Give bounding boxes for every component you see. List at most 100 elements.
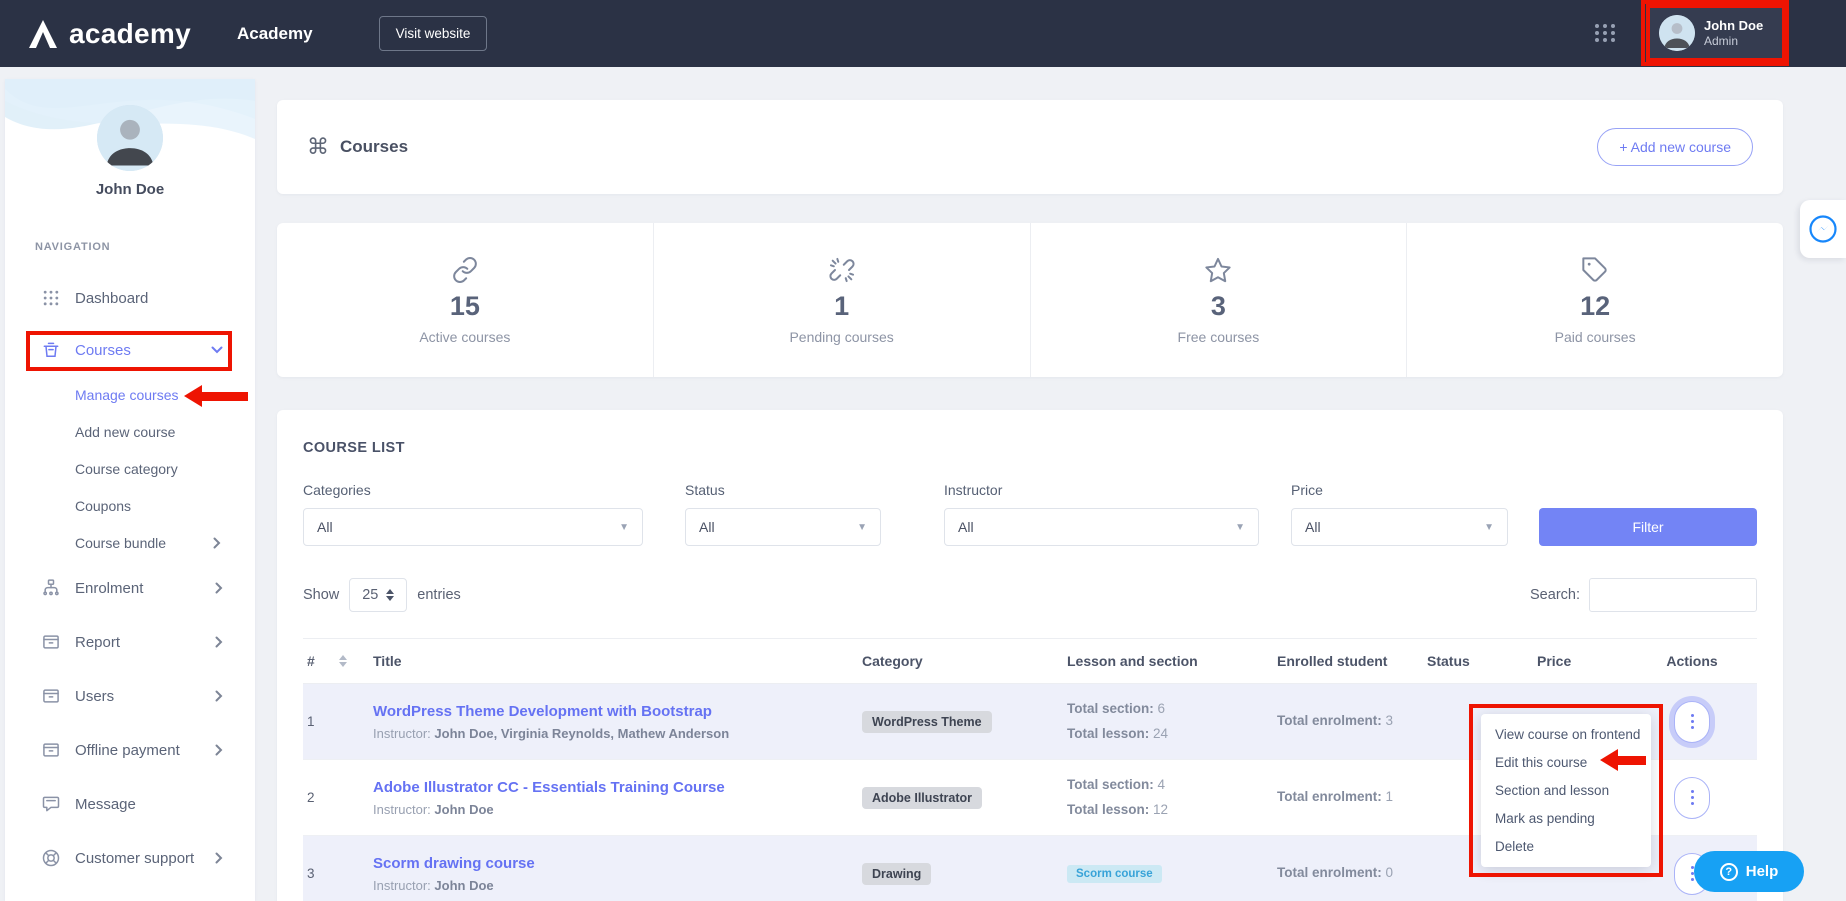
user-avatar — [1659, 15, 1695, 51]
messenger-chat-tab[interactable] — [1800, 200, 1846, 258]
instructor-names: John Doe, Virginia Reynolds, Mathew Ande… — [434, 726, 729, 741]
column-header-category: Category — [862, 653, 1067, 669]
sidebar-item-courses[interactable]: Courses — [5, 324, 255, 376]
sidebar-item-coupons[interactable]: Coupons — [5, 487, 255, 524]
page-size-value: 25 — [362, 587, 378, 603]
total-lesson-value: 24 — [1153, 726, 1168, 741]
chevron-right-icon — [213, 537, 221, 549]
total-lesson-label: Total lesson: — [1067, 726, 1149, 741]
sidebar-item-add-new-course[interactable]: Add new course — [5, 413, 255, 450]
sidebar-user-avatar — [97, 105, 163, 171]
enrolled-cell: Total enrolment: 3 — [1277, 709, 1427, 734]
instructor-names: John Doe — [434, 878, 493, 893]
filter-label: Instructor — [944, 482, 1259, 498]
course-title-link[interactable]: Adobe Illustrator CC - Essentials Traini… — [373, 779, 842, 796]
sidebar-item-label: Manage courses — [75, 387, 179, 403]
sidebar-item-label: Courses — [75, 342, 131, 359]
table-controls: Show 25 entries Search: — [303, 578, 1757, 612]
messenger-icon — [1808, 214, 1838, 244]
instructor-label: Instructor: — [373, 802, 431, 817]
categories-select[interactable]: All ▼ — [303, 508, 643, 546]
sidebar-item-users[interactable]: Users — [5, 669, 255, 723]
total-enrolment-label: Total enrolment: — [1277, 789, 1382, 804]
course-instructors: Instructor: John Doe — [373, 878, 842, 893]
lifebuoy-icon — [41, 848, 61, 868]
visit-website-button[interactable]: Visit website — [379, 16, 488, 51]
person-icon — [97, 105, 163, 171]
menu-item-edit-course[interactable]: Edit this course — [1481, 755, 1651, 770]
sidebar-item-customer-support[interactable]: Customer support — [5, 831, 255, 885]
menu-item-view-course[interactable]: View course on frontend — [1481, 727, 1651, 742]
lesson-section-cell: Total section: 4 Total lesson: 12 — [1067, 773, 1277, 823]
column-header-number: # — [303, 653, 339, 669]
course-title-link[interactable]: Scorm drawing course — [373, 855, 842, 872]
instructor-select[interactable]: All ▼ — [944, 508, 1259, 546]
row-actions-button[interactable] — [1674, 777, 1710, 819]
instructor-names: John Doe — [434, 802, 493, 817]
filter-button[interactable]: Filter — [1539, 508, 1757, 546]
page-size-select[interactable]: 25 — [349, 578, 407, 612]
sidebar-item-course-bundle[interactable]: Course bundle — [5, 524, 255, 561]
filter-label: Price — [1291, 482, 1508, 498]
sidebar-item-label: Enrolment — [75, 580, 143, 597]
selected-value: All — [1305, 519, 1321, 535]
search-input[interactable] — [1589, 578, 1757, 612]
user-menu[interactable]: John Doe Admin — [1646, 4, 1786, 62]
sidebar-item-dashboard[interactable]: Dashboard — [5, 272, 255, 324]
sidebar-item-course-category[interactable]: Course category — [5, 450, 255, 487]
lesson-section-cell: Total section: 6 Total lesson: 24 — [1067, 697, 1277, 747]
category-badge: Drawing — [862, 863, 931, 885]
tag-icon — [1581, 255, 1609, 285]
total-enrolment-value: 3 — [1386, 713, 1394, 728]
sidebar-item-message[interactable]: Message — [5, 777, 255, 831]
star-icon — [1204, 255, 1232, 285]
menu-item-delete[interactable]: Delete — [1481, 839, 1651, 854]
course-list-title: COURSE LIST — [303, 440, 1757, 456]
selected-value: All — [699, 519, 715, 535]
sidebar-menu: Dashboard Courses Manage courses Add new… — [5, 272, 255, 885]
page-title-text: Courses — [340, 137, 408, 157]
total-section-value: 4 — [1158, 777, 1166, 792]
filter-instructor: Instructor All ▼ — [944, 482, 1259, 546]
filter-price: Price All ▼ — [1291, 482, 1508, 546]
sidebar-item-label: Course category — [75, 461, 178, 477]
caret-down-icon: ▼ — [619, 522, 629, 533]
total-enrolment-label: Total enrolment: — [1277, 713, 1382, 728]
sidebar-item-manage-courses[interactable]: Manage courses — [5, 376, 255, 413]
course-title-link[interactable]: WordPress Theme Development with Bootstr… — [373, 703, 842, 720]
filter-categories: Categories All ▼ — [303, 482, 643, 546]
sidebar-item-enrolment[interactable]: Enrolment — [5, 561, 255, 615]
search-label: Search: — [1530, 587, 1580, 603]
scorm-course-badge: Scorm course — [1067, 865, 1162, 883]
search-area: Search: — [1530, 578, 1757, 612]
sidebar-item-label: Users — [75, 688, 114, 705]
sort-icon[interactable] — [339, 651, 349, 671]
row-number: 3 — [303, 866, 339, 881]
apps-grid-icon[interactable] — [1595, 24, 1616, 42]
academy-logo-icon — [26, 19, 60, 49]
price-select[interactable]: All ▼ — [1291, 508, 1508, 546]
status-select[interactable]: All ▼ — [685, 508, 881, 546]
sidebar-item-label: Course bundle — [75, 535, 166, 551]
filter-label: Status — [685, 482, 881, 498]
help-button[interactable]: ? Help — [1694, 851, 1804, 892]
table-header-row: # Title Category Lesson and section Enro… — [303, 638, 1757, 684]
add-new-course-button[interactable]: + Add new course — [1597, 128, 1753, 166]
menu-item-section-lesson[interactable]: Section and lesson — [1481, 783, 1651, 798]
dashboard-icon — [41, 288, 61, 308]
sidebar-item-label: Add new course — [75, 424, 175, 440]
sidebar-item-offline-payment[interactable]: Offline payment — [5, 723, 255, 777]
stat-label: Free courses — [1178, 329, 1260, 345]
row-actions-button[interactable] — [1674, 701, 1710, 743]
command-icon: ⌘ — [307, 134, 329, 160]
sidebar-item-report[interactable]: Report — [5, 615, 255, 669]
sidebar-item-label: Message — [75, 796, 136, 813]
menu-item-mark-pending[interactable]: Mark as pending — [1481, 811, 1651, 826]
page-title: ⌘ Courses — [307, 134, 408, 160]
sidebar-item-label: Dashboard — [75, 290, 148, 307]
stat-active-courses: 15 Active courses — [277, 223, 654, 377]
academy-logo[interactable]: academy — [26, 18, 191, 50]
message-chat-icon — [41, 794, 61, 814]
stepper-icon — [386, 585, 394, 605]
enrolled-cell: Total enrolment: 1 — [1277, 785, 1427, 810]
